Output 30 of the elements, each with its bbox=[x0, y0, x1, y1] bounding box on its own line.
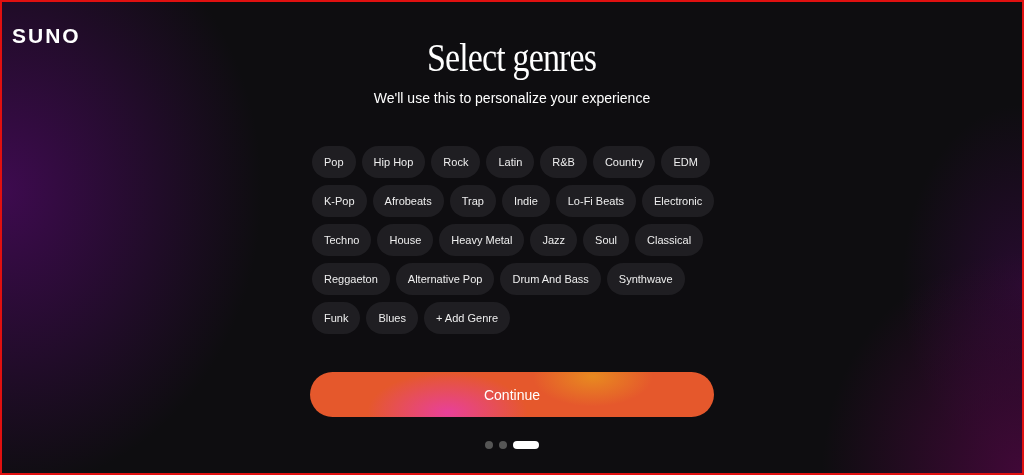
genre-chip[interactable]: Lo-Fi Beats bbox=[555, 185, 636, 217]
logo: SUNO bbox=[12, 24, 81, 48]
genre-chip[interactable]: Indie bbox=[501, 185, 550, 217]
subtitle: We'll use this to personalize your experience bbox=[373, 89, 651, 108]
genre-chip[interactable]: Classical bbox=[635, 224, 704, 256]
genre-chip[interactable]: Heavy Metal bbox=[439, 224, 525, 256]
genre-chip[interactable]: Trap bbox=[449, 185, 496, 217]
genre-chip[interactable]: Hip Hop bbox=[361, 146, 426, 178]
genre-chip[interactable]: Reggaeton bbox=[312, 263, 390, 295]
genre-chip[interactable]: Funk bbox=[312, 302, 361, 334]
genre-chip[interactable]: + Add Genre bbox=[424, 302, 511, 334]
page-title: Select genres bbox=[427, 34, 597, 82]
genre-chip[interactable]: Blues bbox=[366, 302, 418, 334]
genre-chip[interactable]: Jazz bbox=[530, 224, 578, 256]
genre-chip[interactable]: Country bbox=[592, 146, 656, 178]
genre-chip[interactable]: R&B bbox=[540, 146, 587, 178]
genre-chip[interactable]: House bbox=[377, 224, 434, 256]
genre-chip[interactable]: Afrobeats bbox=[372, 185, 444, 217]
genre-chip[interactable]: Pop bbox=[312, 146, 356, 178]
genre-chip[interactable]: Rock bbox=[431, 146, 481, 178]
genre-chip[interactable]: Drum And Bass bbox=[500, 263, 601, 295]
genre-chip[interactable]: Soul bbox=[583, 224, 630, 256]
genre-chip[interactable]: Techno bbox=[312, 224, 372, 256]
genre-chip[interactable]: Latin bbox=[486, 146, 535, 178]
genre-chip[interactable]: Electronic bbox=[642, 185, 715, 217]
genre-chip[interactable]: EDM bbox=[661, 146, 710, 178]
continue-button[interactable]: Continue bbox=[310, 372, 714, 417]
genre-chip[interactable]: K-Pop bbox=[312, 185, 367, 217]
genre-chip[interactable]: Synthwave bbox=[606, 263, 685, 295]
genre-chip[interactable]: Alternative Pop bbox=[395, 263, 495, 295]
